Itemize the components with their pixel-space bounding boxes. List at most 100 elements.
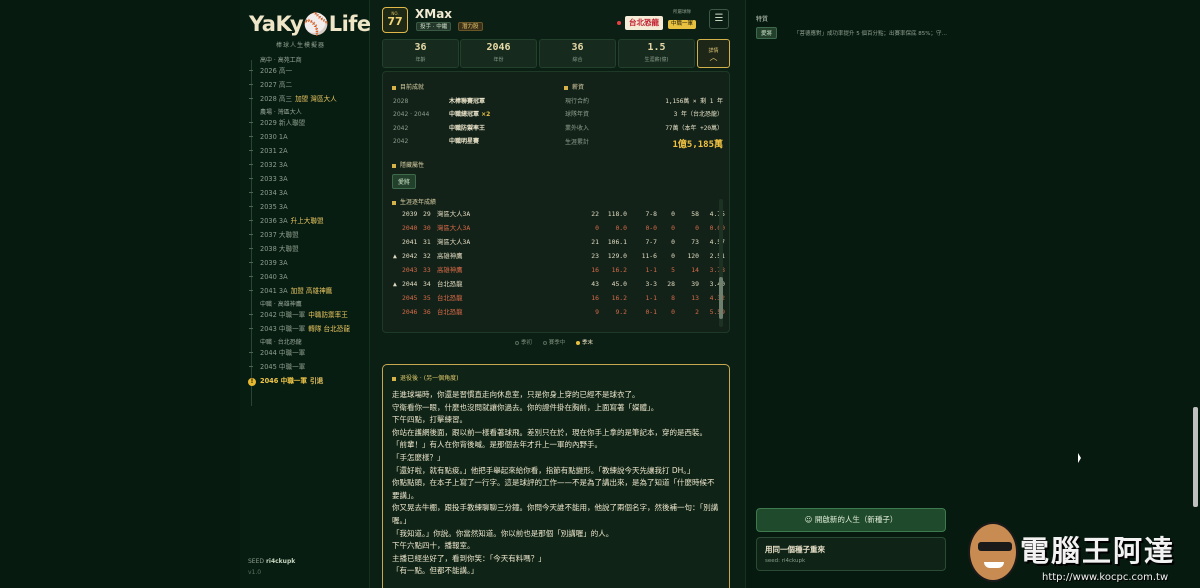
career-table[interactable]: 2039 灣區大人3A 29 22 118.0 7-8 0 58 4.75 2040 灣區大人3A 3… [393, 207, 727, 331]
story-paragraph: 守衛看你一眼，什麼也沒問就讓你過去。你的證件掛在胸前，上面寫著「媒體」。 [392, 402, 659, 412]
page-scrollbar[interactable] [1193, 407, 1198, 507]
current-marker-icon: ! [248, 378, 256, 386]
player-name: XMax [415, 7, 453, 21]
legend-item: 賽季中 [542, 340, 565, 346]
story-paragraph: 你又晃去牛棚，跟投手教練聊聊三分鐘。你問今天誰不能用，他說了兩個名字，然後補一句… [392, 503, 719, 525]
timeline-year[interactable]: 2042 中職一軍 中職防禦率王 [240, 308, 370, 322]
timeline-year[interactable]: 2028 高三 加盟 灣區大人 [240, 92, 370, 106]
details-panel: 目前成就 2028 木棒聯賽冠軍 2042 · 2044 中職總冠軍 ×2 2042… [382, 71, 730, 333]
honor-row: 2028 木棒聯賽冠軍 [393, 98, 486, 105]
timeline-year[interactable]: 2038 大聯盟 [240, 242, 370, 256]
timeline-year[interactable]: 2026 高一 [240, 64, 370, 78]
jersey-number: 77 [387, 15, 403, 28]
circle-icon [576, 340, 581, 345]
stat-career-salary: 1.5 生涯薪(億) [618, 39, 695, 68]
watermark-text: 電腦王阿達 [1020, 534, 1176, 568]
watermark: 電腦王阿達 http://www.kocpc.com.tw [962, 516, 1200, 588]
career-title: 生涯逐年成績 [392, 197, 436, 206]
timeline-group: 中職 · 高雄神鷹 [260, 301, 302, 308]
timeline-year[interactable]: 2033 3A [240, 172, 370, 186]
story-paragraph: 「前輩！」有人在你背後喊。是那個去年才升上一軍的內野手。 [392, 440, 602, 450]
chevron-up-icon: ︿ [709, 53, 718, 62]
timeline-year[interactable]: 2030 1A [240, 130, 370, 144]
app-subtitle: 棒球人生模擬器 [276, 42, 326, 49]
mascot-face-icon [968, 522, 1018, 582]
salary-row: 球隊年資 3 年（台北恐龍） [565, 111, 723, 118]
stat-overall: 36 綜合 [539, 39, 616, 68]
salary-row: 現行合約 1,156萬 × 剩 1 年 [565, 98, 723, 105]
timeline-year[interactable]: 2037 大聯盟 [240, 228, 370, 242]
career-row: 2039 灣區大人3A 29 22 118.0 7-8 0 58 4.75 [402, 210, 725, 218]
details-toggle-button[interactable]: 詳情 ︿ [697, 39, 730, 68]
trait-chip: 愛將 [756, 27, 778, 39]
version-label: v1.0 [248, 569, 262, 576]
timeline-year[interactable]: 2031 2A [240, 144, 370, 158]
timeline-group: 農場 · 灣區大人 [260, 109, 302, 116]
main-panel: NO. 77 XMax 投手 · 中繼 潛力股 台北恐龍 所屬球隊 中職一軍 ☰… [370, 0, 745, 588]
career-row: 2045 台北恐龍 35 16 16.2 1-1 8 13 4.32 [402, 294, 725, 302]
team-level-badge: 中職一軍 [668, 20, 697, 29]
timeline-year[interactable]: 2029 新人聯盟 [240, 116, 370, 130]
jersey-number-badge: NO. 77 [382, 7, 408, 33]
timeline-year[interactable]: 2036 3A 升上大聯盟 [240, 214, 370, 228]
timeline-year[interactable]: 2032 3A [240, 158, 370, 172]
career-row: 2041 灣區大人3A 31 21 106.1 7-7 0 73 4.57 [402, 238, 725, 246]
career-scroll-thumb[interactable] [719, 277, 723, 319]
story-paragraph: 「還好啦，就有點痠。」他把手舉起來給你看，指節有點變形。「教練說今天先讓我打 D… [392, 465, 695, 475]
career-timeline: 高中 · 高苑工商 2026 高一 2027 高二 2028 高三 加盟 灣區大人農場 … [240, 54, 370, 388]
timeline-year[interactable]: 2035 3A [240, 200, 370, 214]
honors-title: 目前成就 [392, 82, 424, 91]
trait-description: 「菩德應對」成功率提升 5 個百分點；出賽率保底 85%；守… [794, 31, 947, 37]
new-life-button[interactable]: ☺ 開啟新的人生（新種子） [756, 508, 946, 532]
timeline-year[interactable]: 2039 3A [240, 256, 370, 270]
story-paragraph: 「手怎麼樣？」 [392, 452, 445, 462]
circle-icon [515, 340, 519, 345]
traits-heading: 特質 [756, 16, 769, 23]
watermark-url: http://www.kocpc.com.tw [1042, 572, 1169, 583]
app-logo: YaKy⚾Life [249, 12, 371, 36]
timeline-year[interactable]: 2027 高二 [240, 78, 370, 92]
stat-year: 2046 年份 [460, 39, 537, 68]
stat-age: 36 年齡 [382, 39, 459, 68]
timeline-year-current[interactable]: ! 2046 中職一軍 引退 [240, 374, 370, 388]
honor-row: 2042 中職明星賽 [393, 138, 480, 145]
trait-row: 愛將 「菩德應對」成功率提升 5 個百分點；出賽率保底 85%；守… [756, 27, 956, 39]
timeline-year[interactable]: 2045 中職一軍 [240, 360, 370, 374]
restart-same-seed-button[interactable]: 用同一個種子重來 seed: ri4ckupk [756, 537, 946, 571]
menu-button[interactable]: ☰ [709, 9, 729, 29]
timeline-year[interactable]: 2041 3A 加盟 高雄神鷹 [240, 284, 370, 298]
player-header: NO. 77 XMax 投手 · 中繼 潛力股 台北恐龍 所屬球隊 中職一軍 ☰ [382, 6, 740, 36]
season-phase-legend: 季初 賽季中 季末 [515, 338, 602, 346]
story-paragraph: 你站在護網後面，跟以前一樣看著球飛。差別只在於，現在你手上拿的是筆記本，穿的是西… [392, 427, 707, 437]
hamburger-icon: ☰ [714, 13, 724, 24]
seed-info: SEED ri4ckupk [248, 558, 296, 565]
salary-row: 業外收入 77萬（本年 +20萬） [565, 125, 723, 132]
right-panel: 特質 愛將 「菩德應對」成功率提升 5 個百分點；出賽率保底 85%；守… ☺ … [745, 0, 957, 588]
timeline-year[interactable]: 2040 3A [240, 270, 370, 284]
sidebar: YaKy⚾Life 棒球人生模擬器 高中 · 高苑工商 2026 高一 2027 高… [240, 0, 371, 588]
career-row: 2040 灣區大人3A 30 0 0.0 0-0 0 0 0.00 [402, 224, 725, 232]
story-panel: 退役後 · (另一個角度) 走進球場時，你還是習慣直走向休息室，只是你身上穿的已… [382, 364, 730, 588]
mouse-cursor-icon [1078, 453, 1081, 463]
trait-chip[interactable]: 愛將 [392, 174, 417, 189]
timeline-year[interactable]: 2034 3A [240, 186, 370, 200]
career-row: 2043 高雄神鷹 33 16 16.2 1-1 5 14 3.78 [402, 266, 725, 274]
career-row: 2046 台北恐龍 36 9 9.2 0-1 0 2 5.59 [402, 308, 725, 316]
team-badge: 台北恐龍 [625, 16, 663, 30]
position-tag: 投手 · 中繼 [416, 22, 452, 31]
honor-row: 2042 中職防禦率王 [393, 125, 486, 132]
career-row: ▲ 2044 台北恐龍 34 43 45.0 3-3 28 39 3.40 [393, 280, 725, 288]
timeline-year[interactable]: 2044 中職一軍 [240, 346, 370, 360]
seed-value: ri4ckupk [265, 558, 296, 565]
status-dot [617, 21, 621, 25]
story-paragraph: 主播已經坐好了，看到你笑：「今天有料嗎？」 [392, 553, 546, 563]
traits-title: 隱藏屬性 [392, 160, 424, 169]
timeline-year[interactable]: 2043 中職一軍 轉隊 台北恐龍 [240, 322, 370, 336]
story-paragraph: 你點點頭，在本子上寫了一行字。這是球評的工作——不是為了講出來，是為了知道「什麼… [392, 478, 715, 500]
circle-icon [542, 340, 547, 345]
player-type-tag: 潛力股 [458, 22, 483, 31]
story-paragraph: 「有一點。但都不能講。」 [392, 566, 479, 576]
timeline-group: 高中 · 高苑工商 [260, 57, 302, 64]
timeline-group: 中職 · 台北恐龍 [260, 339, 302, 346]
story-body: 走進球場時，你還是習慣直走向休息室，只是你身上穿的已經不是球衣了。 守衛看你一眼，… [392, 389, 721, 578]
